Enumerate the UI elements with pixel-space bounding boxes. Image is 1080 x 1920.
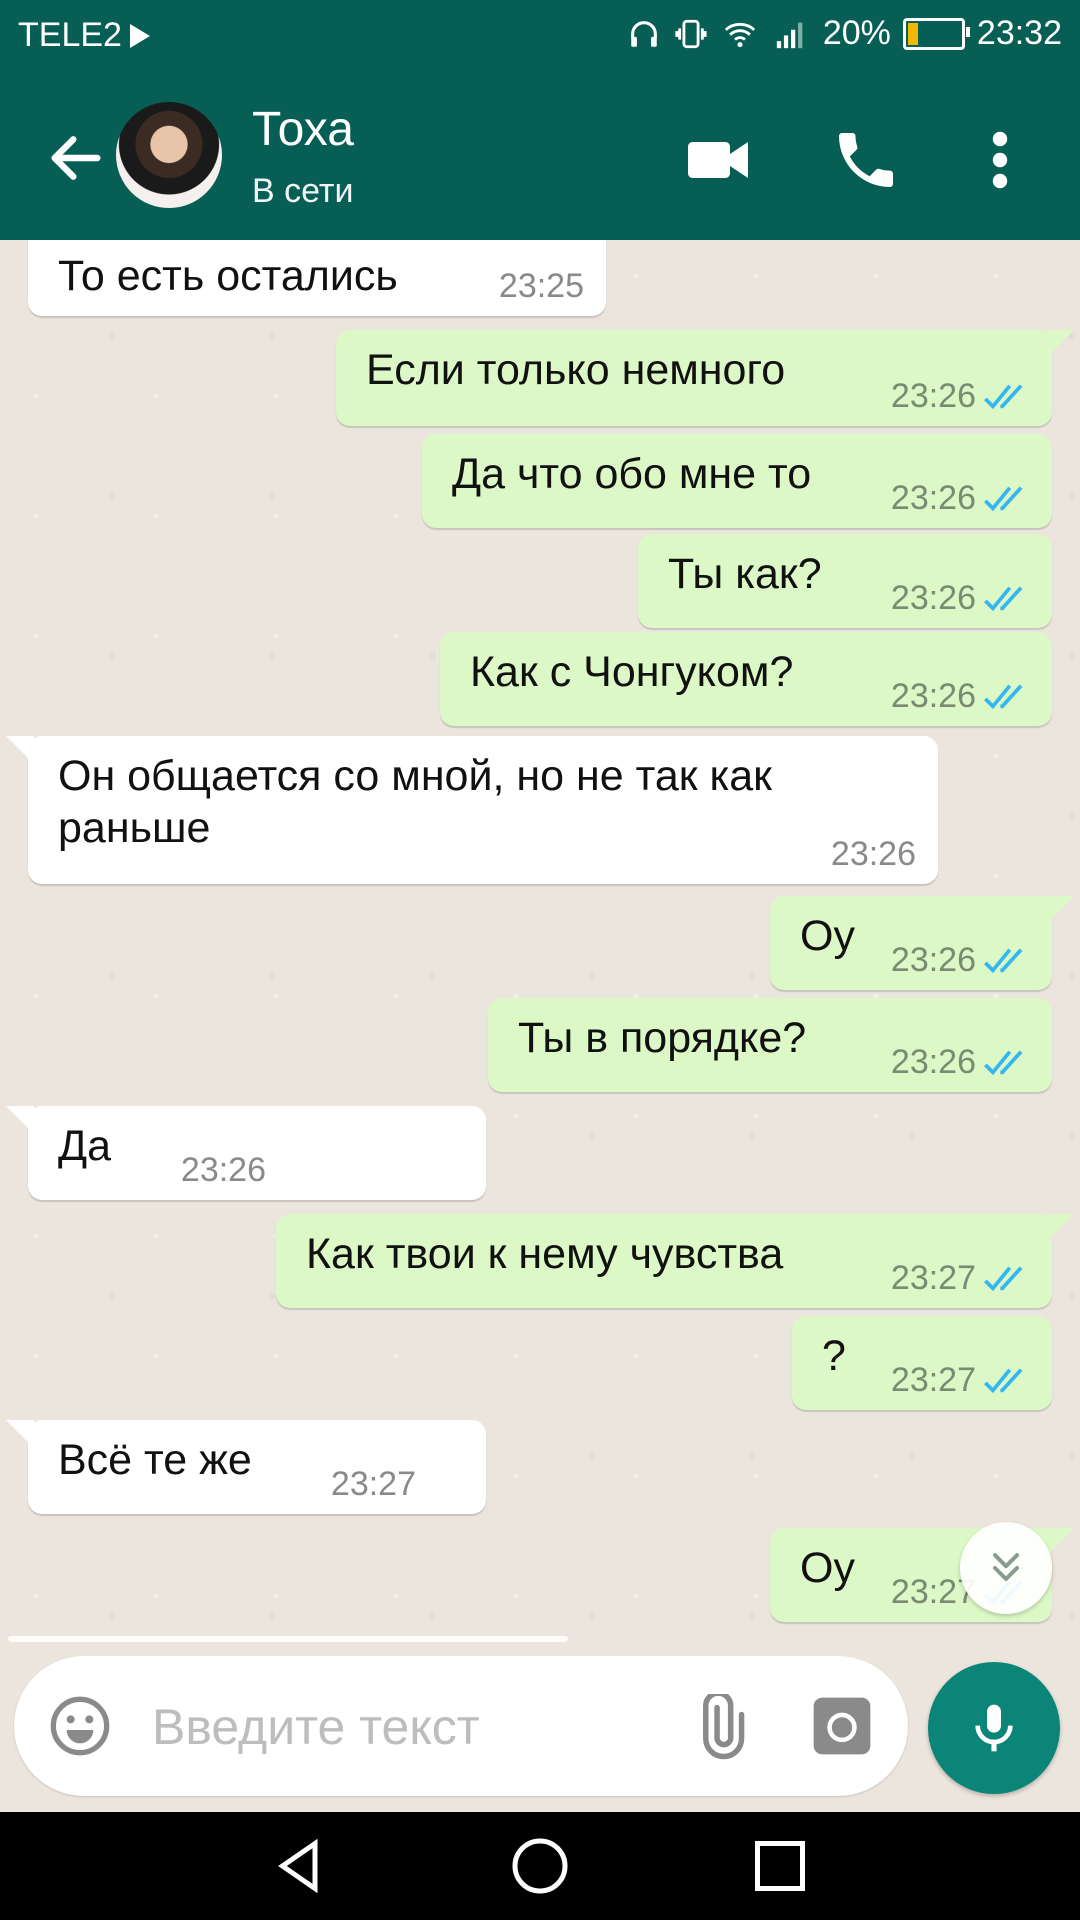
message-time: 23:26 [890,579,976,617]
double-check-icon [984,485,1023,511]
camera-icon[interactable] [808,1692,876,1760]
message-text: Да [58,1122,112,1170]
message-bubble-outgoing[interactable]: Если только немного 23:26 [336,330,1074,426]
message-bubble-outgoing[interactable]: Оу 23:26 [770,896,1074,990]
voice-message-button[interactable] [928,1662,1060,1794]
video-call-icon[interactable] [682,124,754,196]
message-meta: 23:26 [891,941,1030,980]
message-text: Как с Чонгуком? [470,648,794,696]
contact-name[interactable]: Тоха [252,102,354,157]
message-bubble-outgoing[interactable]: ? 23:27 [792,1316,1052,1410]
back-arrow-icon[interactable] [44,126,108,190]
double-check-icon [984,585,1023,611]
message-time: 23:26 [890,941,976,979]
status-right: 20% 23:32 [627,14,1062,53]
paperclip-icon[interactable] [686,1694,752,1760]
double-chevron-down-icon [992,1553,1020,1582]
message-time: 23:26 [830,835,916,873]
double-check-icon [984,1049,1023,1075]
nav-home-icon[interactable] [510,1836,570,1896]
message-meta: 23:26 [831,835,916,874]
message-meta: 23:26 [891,1043,1030,1082]
message-time: 23:26 [890,677,976,715]
nav-recents-icon[interactable] [750,1836,810,1896]
nav-back-icon[interactable] [270,1836,330,1896]
more-options-icon[interactable] [980,124,1020,196]
system-navigation-bar [0,1812,1080,1920]
signal-icon [776,22,803,48]
message-bubble-incoming[interactable]: То есть остались 23:25 [28,240,606,316]
message-text: Оу [800,912,855,960]
message-bubble-incoming[interactable]: Да 23:26 [6,1106,486,1200]
wifi-icon [724,22,755,47]
headphones-icon [630,20,657,47]
message-text: Он общается со мной, но не так как раньш… [58,752,772,852]
message-meta: 23:27 [891,1361,1030,1400]
message-text: Если только немного [366,346,786,394]
message-meta: 23:25 [499,267,584,306]
scroll-to-bottom-button[interactable] [960,1522,1052,1614]
message-time: 23:26 [890,1043,976,1081]
message-time: 23:27 [890,1259,976,1297]
message-composer [14,1656,908,1796]
message-meta: 23:27 [891,1259,1030,1298]
message-bubble-incoming[interactable]: Всё те же 23:27 [6,1420,486,1514]
message-text: Ты как? [668,550,822,598]
message-bubble-outgoing[interactable]: Да что обо мне то 23:26 [422,434,1052,528]
message-bubble-outgoing[interactable]: Как твои к нему чувства 23:27 [276,1214,1074,1308]
message-time: 23:26 [180,1151,266,1189]
message-bubble-outgoing[interactable]: Как с Чонгуком? 23:26 [440,632,1052,726]
play-icon [129,23,150,48]
message-text: Оу [800,1544,855,1592]
message-text: ? [822,1332,846,1380]
partial-message-edge [8,1636,568,1642]
carrier-name: TELE2 [18,16,122,54]
message-list[interactable]: То есть остались 23:25 Если только немно… [0,240,1080,1652]
message-meta: 23:26 [891,377,1030,416]
message-text: Да что обо мне то [452,450,812,498]
message-meta: 23:26 [891,677,1030,716]
vibrate-icon [675,19,707,48]
message-text: То есть остались [58,252,398,300]
microphone-icon [975,1704,1013,1752]
double-check-icon [984,1265,1023,1291]
message-meta: 23:26 [181,1151,266,1190]
status-bar: TELE2 20% 23:32 [0,0,1080,72]
message-text: Ты в порядке? [518,1014,807,1062]
contact-avatar[interactable] [116,102,222,208]
message-input[interactable] [150,1690,674,1764]
double-check-icon [984,1367,1023,1393]
status-left: TELE2 [18,16,150,55]
chat-header: Тоха В сети [0,72,1080,240]
phone-call-icon[interactable] [830,124,902,196]
message-time: 23:26 [890,377,976,415]
contact-status: В сети [252,172,354,210]
message-time: 23:27 [890,1361,976,1399]
battery-percent: 20% [822,14,891,52]
message-bubble-incoming[interactable]: Он общается со мной, но не так как раньш… [6,736,938,884]
message-bubble-outgoing[interactable]: Ты в порядке? 23:26 [488,998,1052,1092]
battery-icon [902,17,970,50]
message-meta: 23:27 [331,1465,416,1504]
message-time: 23:27 [330,1465,416,1503]
emoji-icon[interactable] [48,1694,112,1758]
double-check-icon [984,683,1023,709]
message-time: 23:25 [498,267,584,305]
message-bubble-outgoing[interactable]: Ты как? 23:26 [638,534,1052,628]
message-time: 23:26 [890,479,976,517]
message-meta: 23:26 [891,579,1030,618]
status-time: 23:32 [976,14,1062,52]
message-text: Как твои к нему чувства [306,1230,784,1278]
double-check-icon [984,947,1023,973]
message-meta: 23:26 [891,479,1030,518]
message-text: Всё те же [58,1436,252,1484]
double-check-icon [984,383,1023,409]
